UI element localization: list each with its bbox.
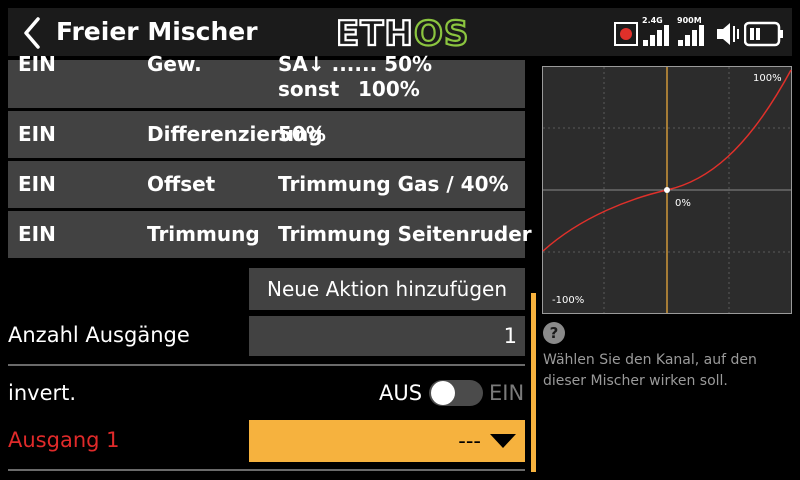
help-icon: ? <box>543 322 565 344</box>
action-state: EIN <box>18 172 56 196</box>
action-state: EIN <box>18 222 56 246</box>
invert-label: invert. <box>8 381 77 405</box>
add-action-button[interactable]: Neue Aktion hinzufügen <box>249 268 525 310</box>
signal-2-4g-icon: 2.4G <box>642 14 674 48</box>
curve-min-label: -100% <box>552 295 584 306</box>
divider <box>8 364 525 366</box>
action-type: Gew. <box>147 52 202 76</box>
action-state: EIN <box>18 52 56 76</box>
curve-preview: 100% 0% -100% <box>542 66 792 314</box>
scrollbar[interactable] <box>531 293 536 472</box>
record-icon <box>614 22 638 46</box>
speaker-icon <box>715 20 741 48</box>
band-label-1: 2.4G <box>642 16 663 25</box>
output1-select[interactable]: --- <box>249 420 525 462</box>
action-row[interactable]: EIN Offset Trimmung Gas / 40% <box>8 161 525 208</box>
invert-toggle[interactable] <box>429 380 483 406</box>
outputs-count-value: 1 <box>503 324 517 348</box>
toggle-on-label: EIN <box>489 381 525 405</box>
action-type: Trimmung <box>147 222 260 246</box>
action-row-partial[interactable]: EIN Gew. SA↓ ...... 50% sonst 100% <box>8 52 525 108</box>
action-value: Trimmung Gas / 40% <box>278 172 509 196</box>
divider <box>8 469 525 471</box>
output1-label: Ausgang 1 <box>8 428 120 452</box>
action-type: Offset <box>147 172 216 196</box>
signal-900m-icon: 900M <box>677 14 711 48</box>
action-value: Trimmung Seitenruder <box>278 222 532 246</box>
action-row[interactable]: EIN Differenzierung 50% <box>8 111 525 158</box>
help-text: Wählen Sie den Kanal, auf den dieser Mis… <box>543 352 757 389</box>
band-label-2: 900M <box>677 16 702 25</box>
toggle-off-label: AUS <box>379 381 423 405</box>
battery-icon <box>743 20 784 48</box>
action-row[interactable]: EIN Trimmung Trimmung Seitenruder <box>8 211 532 258</box>
curve-center-label: 0% <box>675 198 691 209</box>
toggle-knob <box>431 381 455 405</box>
action-value: 50% <box>278 122 326 146</box>
curve-max-label: 100% <box>753 73 782 84</box>
dropdown-arrow-icon <box>490 434 516 448</box>
outputs-count-label: Anzahl Ausgänge <box>8 323 190 347</box>
action-state: EIN <box>18 122 56 146</box>
outputs-count-field[interactable]: 1 <box>249 316 525 356</box>
action-value-label: sonst <box>278 77 340 101</box>
curve-center-point <box>664 187 670 193</box>
action-value-value: 100% <box>358 77 420 101</box>
output1-value: --- <box>458 429 481 453</box>
